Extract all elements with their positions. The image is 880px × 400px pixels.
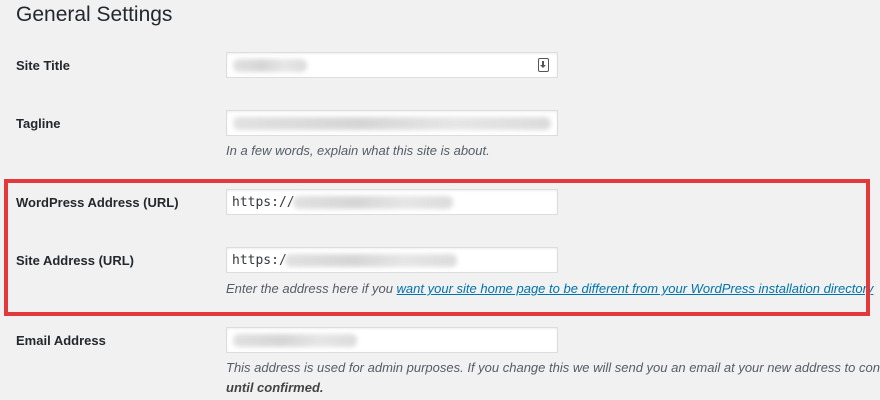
- wordpress-address-label: WordPress Address (URL): [16, 195, 179, 210]
- site-home-different-link[interactable]: want your site home page to be different…: [397, 281, 874, 296]
- site-title-value-blurred: [233, 59, 307, 72]
- wordpress-address-input[interactable]: https://: [226, 189, 558, 215]
- site-address-label: Site Address (URL): [16, 253, 134, 268]
- email-address-value-blurred: [233, 334, 357, 347]
- tagline-description: In a few words, explain what this site i…: [226, 143, 490, 158]
- email-address-label: Email Address: [16, 333, 106, 348]
- email-address-description-strong: until confirmed.: [226, 380, 324, 396]
- autofill-key-icon[interactable]: [538, 58, 549, 72]
- email-address-description: This address is used for admin purposes.…: [226, 360, 880, 375]
- site-address-input[interactable]: https:/: [226, 247, 558, 273]
- tagline-label: Tagline: [16, 116, 61, 131]
- wordpress-address-prefix: https://: [232, 195, 295, 210]
- until-confirmed-text: until confirmed.: [226, 380, 324, 395]
- site-title-label: Site Title: [16, 58, 70, 73]
- site-address-description-text: Enter the address here if you: [226, 281, 397, 296]
- site-address-prefix: https:/: [232, 253, 287, 268]
- wordpress-address-value-blurred: [293, 196, 453, 209]
- site-address-description: Enter the address here if you want your …: [226, 281, 873, 297]
- tagline-value-blurred: [233, 117, 551, 130]
- site-address-value-blurred: [285, 254, 457, 267]
- site-title-input[interactable]: [226, 52, 558, 78]
- page-title: General Settings: [16, 3, 173, 26]
- email-address-input[interactable]: [226, 327, 558, 353]
- tagline-input[interactable]: [226, 110, 558, 136]
